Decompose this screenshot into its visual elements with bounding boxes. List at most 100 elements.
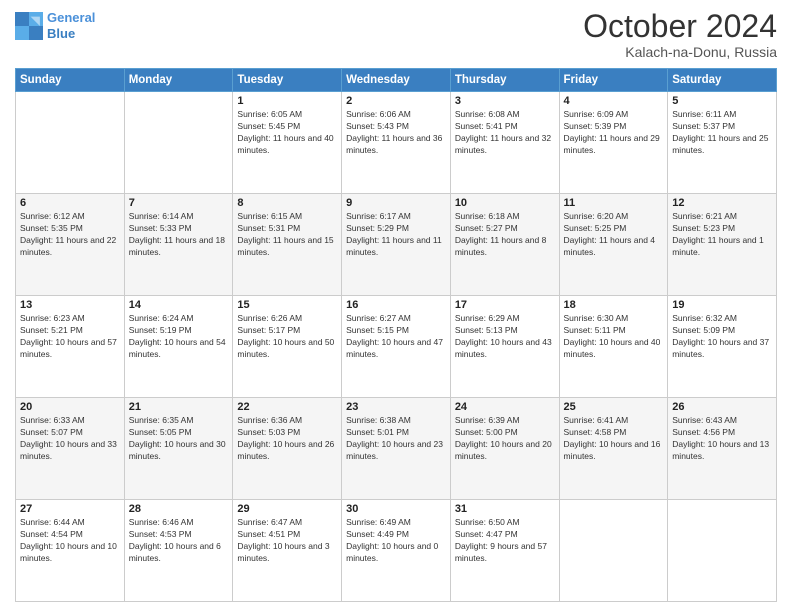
calendar-cell [559,500,668,602]
day-info: Sunrise: 6:24 AM Sunset: 5:19 PM Dayligh… [129,313,229,361]
calendar-cell: 23 Sunrise: 6:38 AM Sunset: 5:01 PM Dayli… [342,398,451,500]
day-info: Sunrise: 6:12 AM Sunset: 5:35 PM Dayligh… [20,211,120,259]
col-thursday: Thursday [450,69,559,92]
calendar-cell: 30 Sunrise: 6:49 AM Sunset: 4:49 PM Dayli… [342,500,451,602]
day-number: 30 [346,503,446,515]
calendar-cell [124,92,233,194]
day-number: 9 [346,197,446,209]
day-info: Sunrise: 6:49 AM Sunset: 4:49 PM Dayligh… [346,517,446,565]
calendar-cell: 8 Sunrise: 6:15 AM Sunset: 5:31 PM Daylig… [233,194,342,296]
calendar-cell: 26 Sunrise: 6:43 AM Sunset: 4:56 PM Dayli… [668,398,777,500]
calendar-cell: 15 Sunrise: 6:26 AM Sunset: 5:17 PM Dayli… [233,296,342,398]
day-info: Sunrise: 6:50 AM Sunset: 4:47 PM Dayligh… [455,517,555,565]
calendar-cell [668,500,777,602]
day-number: 13 [20,299,120,311]
calendar-week-1: 6 Sunrise: 6:12 AM Sunset: 5:35 PM Daylig… [16,194,777,296]
calendar-cell: 6 Sunrise: 6:12 AM Sunset: 5:35 PM Daylig… [16,194,125,296]
day-number: 12 [672,197,772,209]
day-number: 6 [20,197,120,209]
calendar: Sunday Monday Tuesday Wednesday Thursday… [15,68,777,602]
day-number: 11 [564,197,664,209]
calendar-week-0: 1 Sunrise: 6:05 AM Sunset: 5:45 PM Daylig… [16,92,777,194]
day-info: Sunrise: 6:33 AM Sunset: 5:07 PM Dayligh… [20,415,120,463]
month-title: October 2024 [583,10,777,42]
calendar-cell: 22 Sunrise: 6:36 AM Sunset: 5:03 PM Dayli… [233,398,342,500]
calendar-cell: 11 Sunrise: 6:20 AM Sunset: 5:25 PM Dayli… [559,194,668,296]
day-number: 14 [129,299,229,311]
day-number: 24 [455,401,555,413]
day-number: 22 [237,401,337,413]
day-info: Sunrise: 6:32 AM Sunset: 5:09 PM Dayligh… [672,313,772,361]
day-info: Sunrise: 6:05 AM Sunset: 5:45 PM Dayligh… [237,109,337,157]
col-saturday: Saturday [668,69,777,92]
day-number: 25 [564,401,664,413]
day-info: Sunrise: 6:08 AM Sunset: 5:41 PM Dayligh… [455,109,555,157]
day-info: Sunrise: 6:41 AM Sunset: 4:58 PM Dayligh… [564,415,664,463]
day-number: 19 [672,299,772,311]
day-number: 20 [20,401,120,413]
day-number: 4 [564,95,664,107]
calendar-cell: 31 Sunrise: 6:50 AM Sunset: 4:47 PM Dayli… [450,500,559,602]
day-number: 1 [237,95,337,107]
day-number: 8 [237,197,337,209]
day-info: Sunrise: 6:46 AM Sunset: 4:53 PM Dayligh… [129,517,229,565]
day-number: 17 [455,299,555,311]
day-number: 3 [455,95,555,107]
day-info: Sunrise: 6:14 AM Sunset: 5:33 PM Dayligh… [129,211,229,259]
calendar-cell: 1 Sunrise: 6:05 AM Sunset: 5:45 PM Daylig… [233,92,342,194]
day-info: Sunrise: 6:15 AM Sunset: 5:31 PM Dayligh… [237,211,337,259]
col-wednesday: Wednesday [342,69,451,92]
day-info: Sunrise: 6:23 AM Sunset: 5:21 PM Dayligh… [20,313,120,361]
calendar-cell: 19 Sunrise: 6:32 AM Sunset: 5:09 PM Dayli… [668,296,777,398]
calendar-cell: 3 Sunrise: 6:08 AM Sunset: 5:41 PM Daylig… [450,92,559,194]
calendar-cell: 20 Sunrise: 6:33 AM Sunset: 5:07 PM Dayli… [16,398,125,500]
col-friday: Friday [559,69,668,92]
day-number: 28 [129,503,229,515]
day-number: 21 [129,401,229,413]
day-number: 29 [237,503,337,515]
day-info: Sunrise: 6:30 AM Sunset: 5:11 PM Dayligh… [564,313,664,361]
calendar-cell: 24 Sunrise: 6:39 AM Sunset: 5:00 PM Dayli… [450,398,559,500]
calendar-cell [16,92,125,194]
logo-text: General Blue [47,10,95,41]
day-number: 23 [346,401,446,413]
day-info: Sunrise: 6:43 AM Sunset: 4:56 PM Dayligh… [672,415,772,463]
day-info: Sunrise: 6:26 AM Sunset: 5:17 PM Dayligh… [237,313,337,361]
day-number: 31 [455,503,555,515]
day-info: Sunrise: 6:21 AM Sunset: 5:23 PM Dayligh… [672,211,772,259]
day-info: Sunrise: 6:47 AM Sunset: 4:51 PM Dayligh… [237,517,337,565]
page: General Blue October 2024 Kalach-na-Donu… [0,0,792,612]
day-number: 7 [129,197,229,209]
logo-icon [15,12,43,40]
day-info: Sunrise: 6:44 AM Sunset: 4:54 PM Dayligh… [20,517,120,565]
calendar-cell: 16Sunrise: 6:27 AM Sunset: 5:15 PM Dayli… [342,296,451,398]
day-number: 5 [672,95,772,107]
logo: General Blue [15,10,95,41]
calendar-cell: 13 Sunrise: 6:23 AM Sunset: 5:21 PM Dayli… [16,296,125,398]
col-tuesday: Tuesday [233,69,342,92]
day-number: 15 [237,299,337,311]
col-sunday: Sunday [16,69,125,92]
calendar-week-2: 13 Sunrise: 6:23 AM Sunset: 5:21 PM Dayli… [16,296,777,398]
day-info: Sunrise: 6:20 AM Sunset: 5:25 PM Dayligh… [564,211,664,259]
day-info: Sunrise: 6:39 AM Sunset: 5:00 PM Dayligh… [455,415,555,463]
day-number: 10 [455,197,555,209]
day-info: Sunrise: 6:38 AM Sunset: 5:01 PM Dayligh… [346,415,446,463]
calendar-cell: 7 Sunrise: 6:14 AM Sunset: 5:33 PM Daylig… [124,194,233,296]
day-info: Sunrise: 6:18 AM Sunset: 5:27 PM Dayligh… [455,211,555,259]
calendar-cell: 14 Sunrise: 6:24 AM Sunset: 5:19 PM Dayli… [124,296,233,398]
day-info: Sunrise: 6:17 AM Sunset: 5:29 PM Dayligh… [346,211,446,259]
col-monday: Monday [124,69,233,92]
day-number: 26 [672,401,772,413]
calendar-header-row: Sunday Monday Tuesday Wednesday Thursday… [16,69,777,92]
calendar-cell: 25 Sunrise: 6:41 AM Sunset: 4:58 PM Dayli… [559,398,668,500]
day-info: Sunrise: 6:27 AM Sunset: 5:15 PM Dayligh… [346,313,446,361]
day-number: 27 [20,503,120,515]
day-info: Sunrise: 6:36 AM Sunset: 5:03 PM Dayligh… [237,415,337,463]
day-info: Sunrise: 6:11 AM Sunset: 5:37 PM Dayligh… [672,109,772,157]
day-info: Sunrise: 6:29 AM Sunset: 5:13 PM Dayligh… [455,313,555,361]
calendar-cell: 21Sunrise: 6:35 AM Sunset: 5:05 PM Dayli… [124,398,233,500]
day-info: Sunrise: 6:09 AM Sunset: 5:39 PM Dayligh… [564,109,664,157]
calendar-cell: 12 Sunrise: 6:21 AM Sunset: 5:23 PM Dayli… [668,194,777,296]
calendar-cell: 10 Sunrise: 6:18 AM Sunset: 5:27 PM Dayli… [450,194,559,296]
